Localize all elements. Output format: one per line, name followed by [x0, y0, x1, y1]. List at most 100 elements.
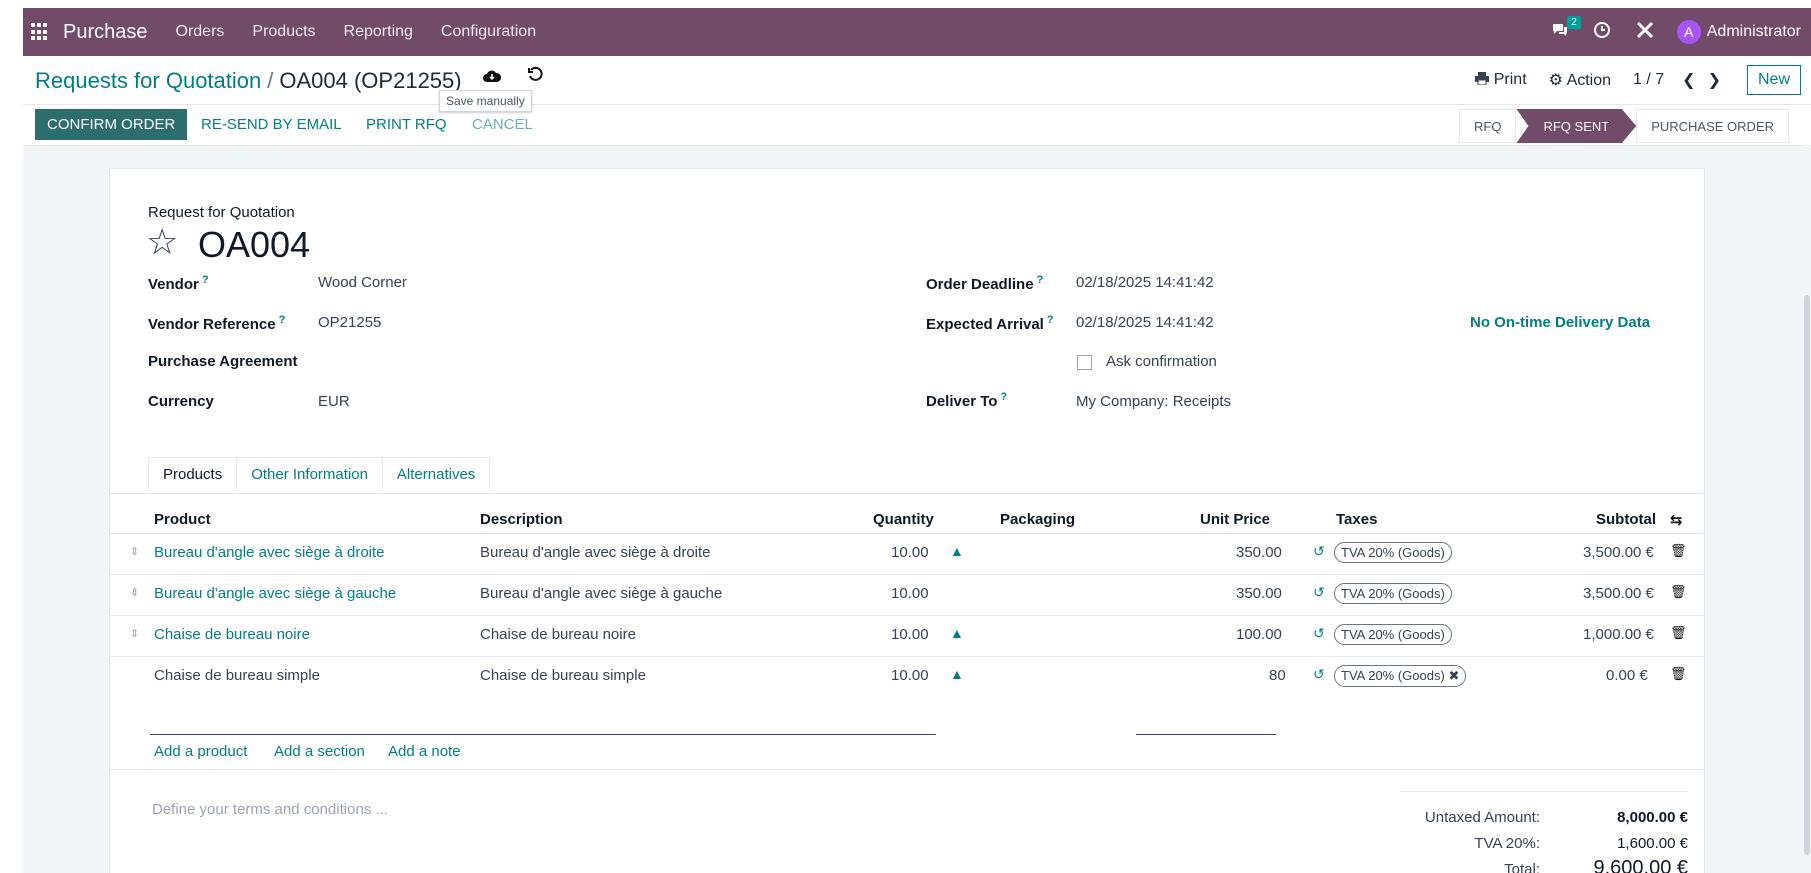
pager-value[interactable]: 1 / 7 — [1633, 71, 1664, 89]
tax-tag[interactable]: TVA 20% (Goods) — [1334, 542, 1452, 563]
total-label: Total: — [1504, 861, 1540, 873]
add-note-link[interactable]: Add a note — [388, 743, 461, 760]
table-row[interactable]: ⇕ Bureau d'angle avec siège à gauche Bur… — [110, 574, 1704, 615]
tax-tag[interactable]: TVA 20% (Goods) — [1334, 624, 1452, 645]
app-name[interactable]: Purchase — [63, 21, 148, 44]
terms-input[interactable]: Define your terms and conditions ... — [152, 801, 388, 818]
history-icon[interactable]: ↺ — [1313, 543, 1325, 560]
add-section-link[interactable]: Add a section — [274, 743, 365, 760]
row-product[interactable]: Chaise de bureau noire — [154, 626, 310, 643]
table-row[interactable]: ⇕ Chaise de bureau noire Chaise de burea… — [110, 615, 1704, 656]
row-unit-price-input[interactable]: 80 — [1269, 667, 1286, 684]
expected-arrival-field[interactable]: 02/18/2025 14:41:42 — [1076, 314, 1214, 331]
trash-icon[interactable]: 🗑 — [1670, 584, 1687, 600]
cancel-button[interactable]: CANCEL — [472, 116, 533, 133]
trash-icon[interactable]: 🗑 — [1670, 625, 1687, 641]
vendor-field[interactable]: Wood Corner — [318, 274, 407, 291]
tab-products[interactable]: Products — [148, 457, 238, 491]
row-product[interactable]: Bureau d'angle avec siège à gauche — [154, 585, 396, 602]
breadcrumb-separator: / — [267, 68, 274, 93]
optional-columns-icon[interactable]: ⇆ — [1670, 511, 1683, 529]
new-button[interactable]: New — [1746, 65, 1801, 95]
row-description[interactable]: Bureau d'angle avec siège à droite — [480, 544, 711, 561]
star-icon[interactable]: ☆ — [146, 221, 178, 263]
discard-undo-icon[interactable] — [527, 66, 543, 87]
row-description[interactable]: Chaise de bureau simple — [480, 667, 646, 684]
col-taxes[interactable]: Taxes — [1336, 511, 1377, 528]
row-product[interactable]: Bureau d'angle avec siège à droite — [154, 544, 385, 561]
currency-field[interactable]: EUR — [318, 393, 350, 410]
forecast-chart-icon[interactable]: ▲ — [950, 625, 964, 641]
vendor-reference-field[interactable]: OP21255 — [318, 314, 381, 331]
chevron-right-icon[interactable]: ❯ — [1708, 70, 1721, 90]
drag-handle-icon[interactable]: ⇕ — [130, 545, 139, 558]
forecast-chart-icon[interactable]: ▲ — [950, 543, 964, 559]
deliver-to-label: Deliver To? — [926, 391, 1008, 410]
activity-clock-icon[interactable] — [1593, 21, 1611, 44]
col-subtotal[interactable]: Subtotal — [1596, 511, 1656, 528]
stage-rfq[interactable]: RFQ — [1459, 109, 1517, 143]
tools-icon[interactable] — [1635, 20, 1655, 45]
history-icon[interactable]: ↺ — [1313, 666, 1325, 683]
ask-confirmation-checkbox[interactable] — [1077, 355, 1092, 370]
drag-handle-icon[interactable]: ⇕ — [130, 586, 139, 599]
table-row[interactable]: ⇕ Bureau d'angle avec siège à droite Bur… — [110, 533, 1704, 574]
row-quantity[interactable]: 10.00 — [891, 544, 929, 561]
col-packaging[interactable]: Packaging — [1000, 511, 1075, 528]
price-input-underline — [1136, 734, 1276, 735]
add-product-link[interactable]: Add a product — [154, 743, 247, 760]
breadcrumb-current: OA004 (OP21255) — [279, 68, 462, 93]
row-quantity[interactable]: 10.00 — [891, 626, 929, 643]
stage-rfq-sent[interactable]: RFQ SENT — [1516, 109, 1637, 143]
app-frame: Purchase Orders Products Reporting Confi… — [23, 8, 1811, 873]
menu-orders[interactable]: Orders — [176, 23, 225, 41]
stage-purchase-order[interactable]: PURCHASE ORDER — [1636, 109, 1789, 143]
row-quantity[interactable]: 10.00 — [891, 585, 929, 602]
row-quantity[interactable]: 10.00 — [891, 667, 929, 684]
breadcrumb-parent[interactable]: Requests for Quotation — [35, 68, 261, 93]
chevron-left-icon[interactable]: ❮ — [1682, 70, 1695, 90]
deliver-to-field[interactable]: My Company: Receipts — [1076, 393, 1231, 410]
table-row-editing[interactable]: Chaise de bureau simple Chaise de bureau… — [110, 656, 1704, 697]
menu-reporting[interactable]: Reporting — [344, 23, 413, 41]
print-rfq-button[interactable]: PRINT RFQ — [366, 116, 447, 133]
scrollbar-thumb[interactable] — [1804, 295, 1810, 855]
action-button[interactable]: ⚙ Action — [1549, 70, 1611, 90]
history-icon[interactable]: ↺ — [1313, 584, 1325, 601]
col-description[interactable]: Description — [480, 511, 563, 528]
save-cloud-icon[interactable] — [483, 69, 502, 88]
forecast-chart-icon[interactable]: ▲ — [950, 666, 964, 682]
apps-menu-icon[interactable] — [31, 23, 49, 41]
row-product-input[interactable]: Chaise de bureau simple — [154, 667, 320, 684]
row-description[interactable]: Chaise de bureau noire — [480, 626, 636, 643]
remove-tag-icon[interactable]: ✖ — [1448, 668, 1459, 683]
tab-alternatives[interactable]: Alternatives — [381, 457, 491, 491]
menu-products[interactable]: Products — [252, 23, 315, 41]
tab-other-information[interactable]: Other Information — [236, 457, 383, 491]
history-icon[interactable]: ↺ — [1313, 625, 1325, 642]
resend-email-button[interactable]: RE-SEND BY EMAIL — [201, 116, 342, 133]
messages-icon[interactable]: 2 — [1551, 15, 1581, 43]
col-quantity[interactable]: Quantity — [873, 511, 934, 528]
col-unit-price[interactable]: Unit Price — [1200, 511, 1270, 528]
systray: 2 A Administrator — [1539, 8, 1811, 56]
row-unit-price[interactable]: 350.00 — [1236, 585, 1282, 602]
order-deadline-field[interactable]: 02/18/2025 14:41:42 — [1076, 274, 1214, 291]
avatar[interactable]: A — [1676, 20, 1701, 44]
row-unit-price[interactable]: 350.00 — [1236, 544, 1282, 561]
tax-tag[interactable]: TVA 20% (Goods) ✖ — [1334, 665, 1467, 687]
trash-icon[interactable]: 🗑 — [1670, 666, 1687, 682]
tax-tag[interactable]: TVA 20% (Goods) — [1334, 583, 1452, 604]
trash-icon[interactable]: 🗑 — [1670, 543, 1687, 559]
print-button[interactable]: Print — [1475, 71, 1527, 89]
scrollbar[interactable] — [1803, 145, 1811, 873]
drag-handle-icon[interactable]: ⇕ — [130, 627, 139, 640]
row-description[interactable]: Bureau d'angle avec siège à gauche — [480, 585, 722, 602]
menu-configuration[interactable]: Configuration — [441, 23, 536, 41]
col-product[interactable]: Product — [154, 511, 211, 528]
user-name[interactable]: Administrator — [1707, 23, 1801, 41]
confirm-order-button[interactable]: CONFIRM ORDER — [35, 109, 188, 140]
row-unit-price[interactable]: 100.00 — [1236, 626, 1282, 643]
tab-divider — [110, 493, 1704, 494]
ontime-delivery-link[interactable]: No On-time Delivery Data — [1470, 314, 1650, 331]
